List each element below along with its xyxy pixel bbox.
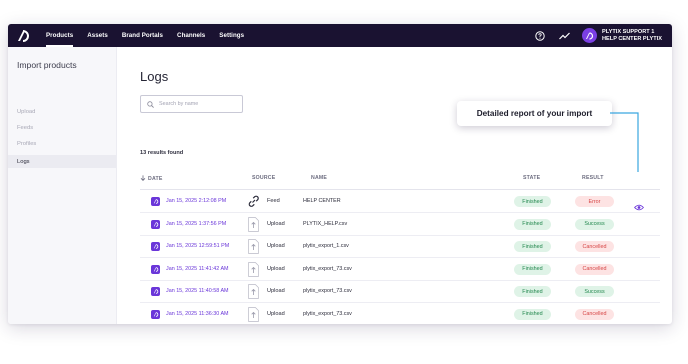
column-header-date[interactable]: DATE (140, 175, 163, 182)
sort-down-arrow-icon (140, 175, 146, 181)
import-type-icon (151, 219, 160, 229)
row-name: PLYTIX_HELP.csv (303, 220, 348, 227)
table-row[interactable]: Jan 15, 2025 2:12:08 PM Feed HELP CENTER Fi… (140, 191, 660, 213)
state-badge: Finished (514, 308, 551, 320)
main-content: Logs Search by name 13 results found DAT… (117, 47, 672, 324)
row-date-link[interactable]: Jan 15, 2025 1:37:56 PM (166, 221, 226, 227)
callout-connector-line (610, 112, 639, 172)
app-window: Products Assets Brand Portals Channels S… (8, 24, 672, 324)
result-badge: Cancelled (575, 308, 614, 320)
row-name: plytix_export_1.csv (303, 243, 349, 249)
result-badge: Cancelled (575, 241, 614, 252)
row-source: Upload (267, 310, 285, 317)
sidebar: Import products Upload Feeds Profiles Lo… (8, 47, 117, 324)
state-badge: Finished (514, 241, 551, 252)
table-row[interactable]: Jan 15, 2025 11:40:58 AM Upload plytix_exp… (140, 281, 660, 303)
table-header-divider (140, 189, 660, 190)
row-date-link[interactable]: Jan 15, 2025 11:41:42 AM (166, 266, 229, 272)
state-badge: Finished (514, 286, 551, 297)
avatar-logo-icon (586, 31, 594, 40)
result-badge: Cancelled (575, 263, 614, 275)
row-source: Upload (267, 265, 285, 272)
activity-trend-icon[interactable] (559, 32, 570, 40)
main-nav: Products Assets Brand Portals Channels S… (46, 24, 258, 47)
user-account-label[interactable]: PLYTIX SUPPORT 1 HELP CENTER PLYTIX (602, 29, 662, 43)
sidebar-item-upload[interactable]: Upload (17, 109, 35, 115)
file-upload-icon (247, 261, 260, 277)
topbar-right: PLYTIX SUPPORT 1 HELP CENTER PLYTIX (535, 24, 662, 47)
nav-channels[interactable]: Channels (177, 24, 205, 47)
row-source: Upload (267, 243, 285, 249)
page-title: Logs (140, 69, 169, 84)
column-header-date-label: DATE (148, 176, 163, 182)
plytix-logo-icon[interactable] (16, 29, 32, 43)
nav-assets[interactable]: Assets (87, 24, 108, 47)
state-badge: Finished (514, 218, 551, 230)
search-input[interactable]: Search by name (140, 95, 243, 113)
user-avatar[interactable] (582, 28, 597, 43)
table-row[interactable]: Jan 15, 2025 1:37:56 PM Upload PLYTIX_HELP… (140, 214, 660, 236)
sidebar-item-profiles[interactable]: Profiles (17, 141, 36, 147)
results-count: 13 results found (140, 150, 184, 156)
column-header-result[interactable]: RESULT (582, 175, 604, 181)
row-source: Feed (267, 198, 280, 204)
import-type-icon (151, 197, 160, 206)
file-upload-icon (247, 306, 260, 322)
state-badge: Finished (514, 196, 551, 207)
nav-brand-portals[interactable]: Brand Portals (122, 24, 163, 47)
import-type-icon (151, 242, 160, 251)
link-icon (247, 194, 260, 209)
search-icon (147, 100, 154, 108)
top-navigation-bar: Products Assets Brand Portals Channels S… (8, 24, 672, 47)
row-date-link[interactable]: Jan 15, 2025 11:40:58 AM (166, 288, 229, 294)
import-type-icon (151, 309, 160, 319)
nav-settings[interactable]: Settings (219, 24, 244, 47)
help-icon[interactable] (535, 30, 545, 41)
column-header-name[interactable]: NAME (311, 175, 327, 181)
result-badge: Error (575, 196, 614, 207)
file-upload-icon (247, 216, 260, 232)
row-date-link[interactable]: Jan 15, 2025 11:36:30 AM (166, 311, 229, 317)
file-upload-icon (247, 239, 260, 254)
file-upload-icon (247, 284, 260, 299)
sidebar-item-feeds[interactable]: Feeds (17, 125, 33, 131)
result-badge: Success (575, 286, 614, 297)
nav-products[interactable]: Products (46, 24, 74, 47)
row-name: plytix_export_73.csv (303, 288, 352, 294)
import-type-icon (151, 264, 160, 274)
row-source: Upload (267, 220, 285, 227)
search-placeholder: Search by name (159, 101, 199, 107)
row-source: Upload (267, 288, 285, 294)
table-row[interactable]: Jan 15, 2025 11:36:30 AM Upload plytix_exp… (140, 304, 660, 325)
table-row[interactable]: Jan 15, 2025 12:59:51 PM Upload plytix_exp… (140, 236, 660, 258)
row-name: plytix_export_73.csv (303, 310, 352, 317)
row-date-link[interactable]: Jan 15, 2025 2:12:08 PM (166, 198, 226, 204)
row-name: plytix_export_73.csv (303, 265, 352, 272)
table-row[interactable]: Jan 15, 2025 11:41:42 AM Upload plytix_exp… (140, 259, 660, 281)
user-name: PLYTIX SUPPORT 1 (602, 28, 655, 35)
view-report-eye-icon[interactable] (633, 198, 645, 211)
result-badge: Success (575, 218, 614, 230)
sidebar-item-logs[interactable]: Logs (8, 155, 116, 168)
import-type-icon (151, 287, 160, 296)
row-date-link[interactable]: Jan 15, 2025 12:59:51 PM (166, 243, 229, 249)
row-name: HELP CENTER (303, 198, 341, 204)
column-header-state[interactable]: STATE (523, 175, 540, 181)
sidebar-title: Import products (17, 60, 77, 70)
state-badge: Finished (514, 263, 551, 275)
annotation-callout: Detailed report of your import (457, 101, 612, 126)
column-header-source[interactable]: SOURCE (252, 175, 275, 181)
user-workspace: HELP CENTER PLYTIX (602, 35, 662, 42)
